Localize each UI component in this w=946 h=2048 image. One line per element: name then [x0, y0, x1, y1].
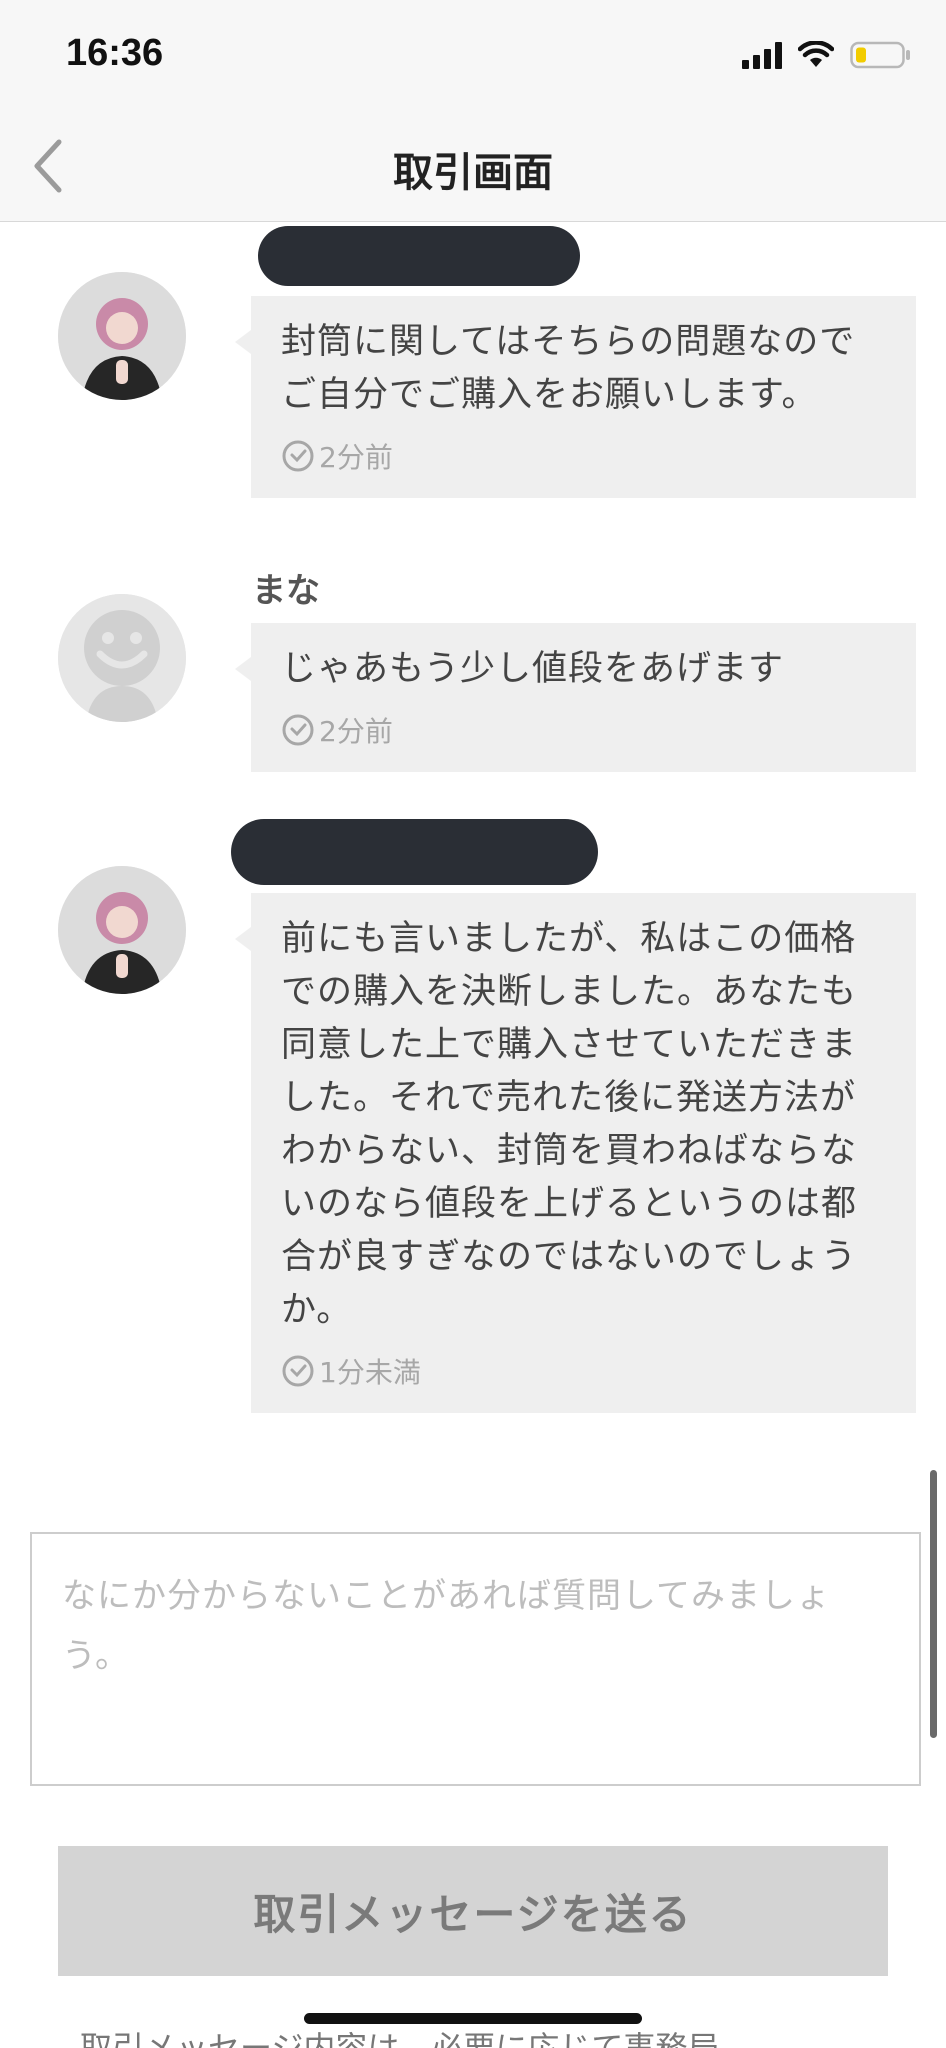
message-bubble: 封筒に関してはそちらの問題なのでご自分でご購入をお願いします。 2分前 — [235, 296, 916, 498]
clock-icon — [282, 1355, 314, 1387]
footer-note: 取引メッセージ内容は、必要に応じて事務局 — [80, 2030, 900, 2048]
message-bubble: 前にも言いましたが、私はこの価格での購入を決断しました。あなたも同意した上で購入… — [235, 893, 916, 1413]
clock-icon — [282, 440, 314, 472]
nav-bar: 取引画面 — [0, 110, 946, 222]
user-photo — [58, 866, 186, 994]
message-time: 2分前 — [319, 441, 393, 474]
message-text: 封筒に関してはそちらの問題なのでご自分でご購入をお願いします。 — [281, 322, 856, 415]
message-timestamp: 2分前 — [281, 436, 886, 476]
status-bar: 16:36 — [0, 0, 946, 110]
message-input[interactable] — [30, 1532, 921, 1786]
user-photo — [58, 272, 186, 400]
status-time: 16:36 — [66, 32, 164, 74]
default-avatar-icon — [58, 594, 186, 722]
avatar[interactable] — [58, 866, 186, 994]
message-bubble: じゃあもう少し値段をあげます 2分前 — [235, 623, 916, 772]
message-time: 2分前 — [319, 715, 393, 748]
message-text: 前にも言いましたが、私はこの価格での購入を決断しました。あなたも同意した上で購入… — [281, 919, 858, 1330]
clock-icon — [282, 714, 314, 746]
page-title: 取引画面 — [393, 150, 553, 196]
status-icons — [742, 40, 912, 70]
sender-name: まな — [252, 571, 320, 611]
chat-thread: 封筒に関してはそちらの問題なのでご自分でご購入をお願いします。 2分前 まな じ… — [0, 223, 946, 1503]
wifi-icon — [798, 41, 834, 67]
avatar[interactable] — [58, 272, 186, 400]
signal-icon — [742, 41, 782, 69]
scrollbar[interactable] — [930, 1470, 937, 1738]
message-timestamp: 1分未満 — [281, 1351, 886, 1391]
battery-icon — [850, 41, 910, 69]
message-timestamp: 2分前 — [281, 710, 886, 750]
send-message-button[interactable]: 取引メッセージを送る — [58, 1846, 888, 1976]
redacted-sender-name — [231, 819, 598, 885]
message-time: 1分未満 — [319, 1356, 421, 1389]
redacted-sender-name — [258, 226, 580, 286]
home-indicator — [304, 2013, 642, 2024]
message-text: じゃあもう少し値段をあげます — [281, 649, 784, 689]
avatar[interactable] — [58, 594, 186, 722]
